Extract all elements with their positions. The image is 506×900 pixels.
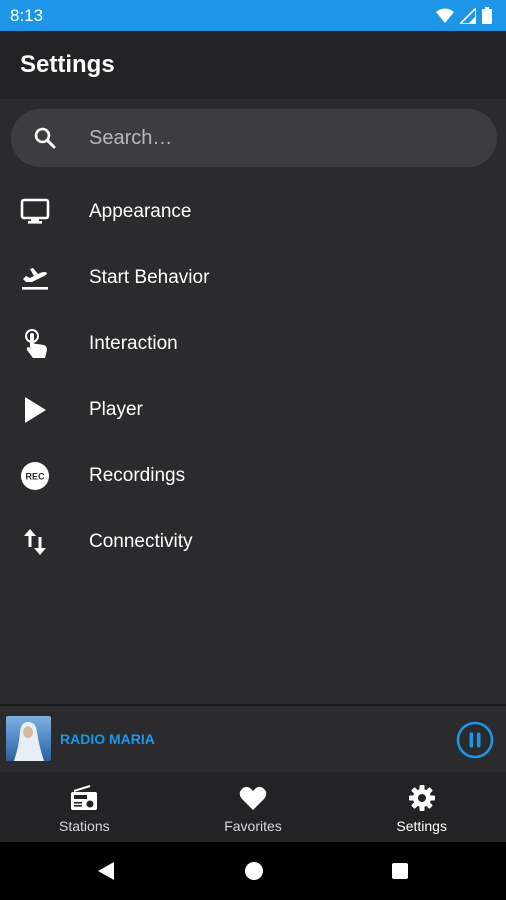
menu-item-start-behavior[interactable]: Start Behavior	[0, 245, 506, 311]
signal-icon	[460, 7, 476, 24]
nav-settings[interactable]: Settings	[337, 772, 506, 842]
nav-label: Settings	[396, 818, 447, 834]
menu-item-label: Recordings	[89, 465, 186, 486]
search-input[interactable]	[89, 109, 479, 167]
monitor-icon	[18, 195, 52, 229]
menu-item-label: Appearance	[89, 201, 192, 222]
menu-item-player[interactable]: Player	[0, 377, 506, 443]
station-name: RADIO MARIA	[60, 731, 155, 747]
touch-icon	[18, 327, 52, 361]
station-cover	[6, 716, 51, 761]
flight-takeoff-icon	[18, 261, 52, 295]
menu-item-recordings[interactable]: REC Recordings	[0, 443, 506, 509]
nav-label: Favorites	[224, 818, 282, 834]
search-icon	[34, 127, 56, 149]
play-icon	[18, 393, 52, 427]
menu-item-label: Player	[89, 399, 143, 420]
menu-item-interaction[interactable]: Interaction	[0, 311, 506, 377]
nav-stations[interactable]: Stations	[0, 772, 169, 842]
pause-button[interactable]	[456, 721, 494, 759]
status-time: 8:13	[10, 5, 44, 25]
rec-icon: REC	[18, 459, 52, 493]
menu-item-label: Interaction	[89, 333, 178, 354]
search-bar[interactable]	[11, 109, 497, 167]
menu-item-label: Start Behavior	[89, 267, 210, 288]
gear-icon	[408, 784, 436, 812]
battery-icon	[482, 7, 492, 24]
menu-item-appearance[interactable]: Appearance	[0, 179, 506, 245]
settings-list: Appearance Start Behavior Interaction Pl…	[0, 179, 506, 575]
nav-favorites[interactable]: Favorites	[169, 772, 338, 842]
radio-icon	[70, 784, 98, 812]
menu-item-label: Connectivity	[89, 531, 193, 552]
nav-label: Stations	[59, 818, 110, 834]
status-icons	[436, 7, 492, 24]
now-playing-bar[interactable]: RADIO MARIA	[0, 704, 506, 772]
status-bar: 8:13	[0, 0, 506, 31]
system-nav-bar	[0, 842, 506, 900]
home-icon[interactable]	[243, 860, 265, 882]
app-bar: Settings	[0, 31, 506, 99]
recents-icon[interactable]	[389, 860, 411, 882]
heart-icon	[239, 784, 267, 812]
rec-badge-text: REC	[25, 472, 45, 482]
wifi-icon	[436, 8, 454, 23]
page-title: Settings	[20, 51, 115, 78]
swap-vertical-icon	[18, 525, 52, 559]
menu-item-connectivity[interactable]: Connectivity	[0, 509, 506, 575]
bottom-nav: Stations Favorites Settings	[0, 772, 506, 842]
back-icon[interactable]	[95, 860, 117, 882]
